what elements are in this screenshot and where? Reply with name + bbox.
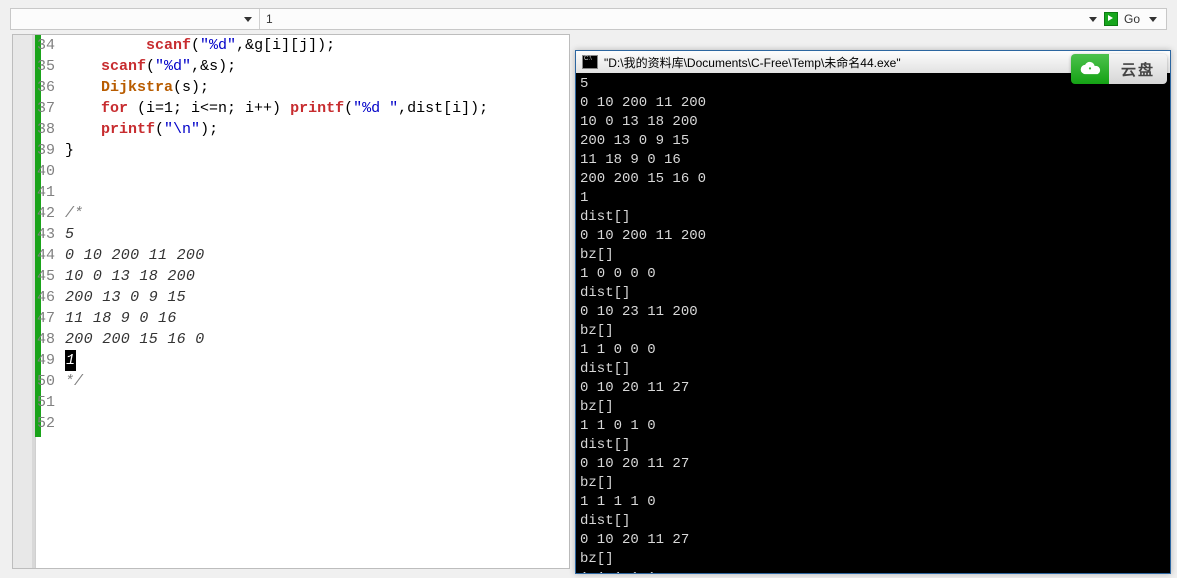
line-number: 44 [13,245,65,266]
terminal-icon [582,55,598,69]
code-line[interactable]: 50*/ [13,371,569,392]
code-editor[interactable]: 34 scanf("%d",&g[i][j]);35 scanf("%d",&s… [12,34,570,569]
cloud-disk-label: 云盘 [1109,54,1167,84]
line-number: 46 [13,287,65,308]
toolbar-left [11,9,260,29]
line-number: 41 [13,182,65,203]
code-text: 0 10 200 11 200 [65,245,205,266]
code-text: for (i=1; i<=n; i++) printf("%d ",dist[i… [65,98,488,119]
console-output[interactable]: 5 0 10 200 11 200 10 0 13 18 200 200 13 … [576,73,1170,573]
line-number: 37 [13,98,65,119]
cloud-icon-wrap [1071,54,1109,84]
chevron-down-icon [1149,17,1157,22]
line-number: 34 [13,35,65,56]
code-text: 1 [65,350,76,371]
code-line[interactable]: 37 for (i=1; i<=n; i++) printf("%d ",dis… [13,98,569,119]
line-number: 38 [13,119,65,140]
selection-highlight [41,350,569,371]
cloud-icon [1079,61,1101,77]
line-number: 36 [13,77,65,98]
code-line[interactable]: 4711 18 9 0 16 [13,308,569,329]
line-number: 47 [13,308,65,329]
code-line[interactable]: 38 printf("\n"); [13,119,569,140]
line-number: 39 [13,140,65,161]
go-dropdown[interactable] [1146,12,1160,26]
line-number: 40 [13,161,65,182]
code-lines[interactable]: 34 scanf("%d",&g[i][j]);35 scanf("%d",&s… [13,35,569,434]
code-text: printf("\n"); [65,119,218,140]
top-toolbar: 1 Go [10,8,1167,30]
code-line[interactable]: 40 [13,161,569,182]
dropdown-right[interactable] [1086,12,1100,26]
code-line[interactable]: 46200 13 0 9 15 [13,287,569,308]
line-number: 49 [13,350,65,371]
code-text: scanf("%d",&s); [65,56,236,77]
code-line[interactable]: 52 [13,413,569,434]
toolbar-mid[interactable]: 1 [260,9,1080,29]
code-text: } [65,140,74,161]
go-run-label[interactable]: Go [1122,12,1142,26]
code-line[interactable]: 35 scanf("%d",&s); [13,56,569,77]
code-text: /* [65,203,83,224]
go-run-icon[interactable] [1104,12,1118,26]
code-line[interactable]: 4510 0 13 18 200 [13,266,569,287]
code-line[interactable]: 36 Dijkstra(s); [13,77,569,98]
code-line[interactable]: 41 [13,182,569,203]
cloud-disk-badge[interactable]: 云盘 [1071,54,1167,84]
line-number: 51 [13,392,65,413]
line-number: 48 [13,329,65,350]
code-text: scanf("%d",&g[i][j]); [65,35,335,56]
line-number: 52 [13,413,65,434]
code-line[interactable]: 48200 200 15 16 0 [13,329,569,350]
code-text: 11 18 9 0 16 [65,308,177,329]
chevron-down-icon [1089,17,1097,22]
line-number: 43 [13,224,65,245]
dropdown-left[interactable] [241,12,255,26]
console-title-text: "D:\我的资料库\Documents\C-Free\Temp\未命名44.ex… [604,54,901,71]
code-line[interactable]: 39} [13,140,569,161]
line-number: 35 [13,56,65,77]
code-line[interactable]: 491 [13,350,569,371]
selection-highlight [41,224,569,245]
chevron-down-icon [244,17,252,22]
line-number: 50 [13,371,65,392]
console-window: "D:\我的资料库\Documents\C-Free\Temp\未命名44.ex… [575,50,1171,574]
toolbar-right: Go [1080,9,1166,29]
code-text: Dijkstra(s); [65,77,209,98]
code-text: 5 [65,224,74,245]
code-text: 200 13 0 9 15 [65,287,186,308]
code-text: */ [65,371,83,392]
code-line[interactable]: 51 [13,392,569,413]
code-line[interactable]: 34 scanf("%d",&g[i][j]); [13,35,569,56]
line-number: 42 [13,203,65,224]
code-line[interactable]: 440 10 200 11 200 [13,245,569,266]
code-text: 10 0 13 18 200 [65,266,195,287]
code-text: 200 200 15 16 0 [65,329,205,350]
line-number: 45 [13,266,65,287]
code-line[interactable]: 435 [13,224,569,245]
code-line[interactable]: 42/* [13,203,569,224]
